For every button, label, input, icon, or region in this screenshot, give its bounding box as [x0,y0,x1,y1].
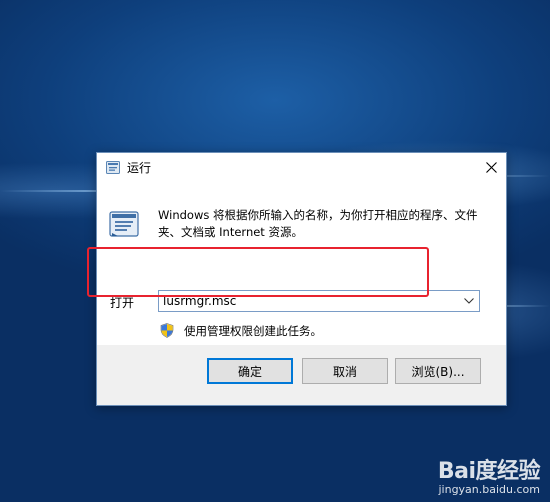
open-label: 打开 [110,296,135,310]
cancel-button[interactable]: 取消 [302,358,388,384]
run-dialog: 运行 Windows 将根据你所输入的名称，为你打开相应的程序、文件夹、文档或 … [96,152,507,406]
watermark-url: jingyan.baidu.com [438,483,540,496]
browse-button[interactable]: 浏览(B)... [395,358,481,384]
open-combobox[interactable] [158,290,480,312]
close-icon [485,162,497,173]
title-bar[interactable]: 运行 [97,153,506,182]
dialog-body: Windows 将根据你所输入的名称，为你打开相应的程序、文件夹、文档或 Int… [97,182,506,345]
run-app-icon [106,161,120,174]
close-button[interactable] [476,153,506,182]
chevron-down-icon [464,298,474,304]
watermark-logo: Bai度经验 [437,459,541,484]
baidu-watermark: Bai度经验 jingyan.baidu.com [437,453,541,496]
button-bar: 确定 取消 浏览(B)... [97,345,506,405]
dialog-title: 运行 [127,161,152,175]
dropdown-button[interactable] [459,291,479,311]
ok-button[interactable]: 确定 [207,358,293,384]
dialog-description: Windows 将根据你所输入的名称，为你打开相应的程序、文件夹、文档或 Int… [158,208,478,239]
run-dialog-icon [109,211,139,237]
admin-note-text: 使用管理权限创建此任务。 [184,324,322,338]
open-input[interactable] [159,291,459,311]
uac-shield-icon [160,323,174,338]
